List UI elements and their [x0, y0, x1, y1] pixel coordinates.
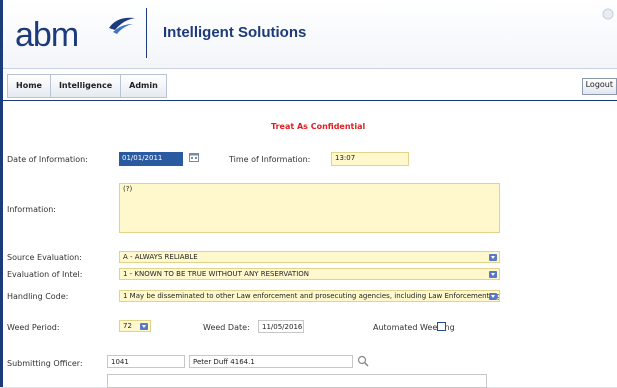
nav-menu: Home Intelligence Admin: [7, 74, 167, 98]
chevron-down-icon: [140, 323, 148, 330]
nav-intelligence[interactable]: Intelligence: [51, 75, 122, 97]
submitting-officer-label: Submitting Officer:: [7, 359, 83, 368]
app-title: Intelligent Solutions: [163, 24, 307, 41]
weed-period-value: 72: [123, 322, 132, 330]
app-window: abm Intelligent Solutions Home Intellige…: [0, 0, 617, 388]
chevron-down-icon: [489, 254, 497, 261]
chevron-down-icon: [489, 293, 497, 300]
calendar-icon[interactable]: [189, 152, 199, 162]
info-icon[interactable]: [602, 8, 614, 20]
header-divider: [146, 8, 147, 58]
evaluation-select[interactable]: 1 - KNOWN TO BE TRUE WITHOUT ANY RESERVA…: [119, 268, 500, 280]
date-field[interactable]: 01/01/2011: [119, 152, 183, 166]
handling-code-select[interactable]: 1 May be disseminated to other Law enfor…: [119, 290, 500, 302]
source-evaluation-label: Source Evaluation:: [7, 253, 82, 262]
time-field[interactable]: 13:07: [331, 152, 409, 166]
main-nav: Home Intelligence Admin: [3, 74, 617, 98]
information-label: Information:: [7, 205, 57, 214]
automated-weeding-checkbox[interactable]: [437, 322, 446, 331]
nav-admin[interactable]: Admin: [121, 75, 166, 97]
app-header: abm Intelligent Solutions: [3, 0, 617, 69]
weed-date-field[interactable]: 11/05/2016: [258, 320, 304, 333]
confidential-notice: Treat As Confidential: [271, 122, 366, 131]
source-evaluation-select[interactable]: A - ALWAYS RELIABLE: [119, 251, 500, 263]
officer-id-field[interactable]: 1041: [107, 355, 185, 368]
evaluation-label: Evaluation of Intel:: [7, 270, 83, 279]
date-label: Date of Information:: [7, 155, 88, 164]
logo-swoosh-icon: [109, 17, 135, 34]
handling-code-value: 1 May be disseminated to other Law enfor…: [123, 292, 499, 300]
abm-logo: abm: [15, 14, 135, 60]
additional-field[interactable]: [107, 374, 487, 388]
handling-code-label: Handling Code:: [7, 292, 69, 301]
officer-name-field[interactable]: Peter Duff 4164.1: [189, 355, 353, 368]
search-icon[interactable]: [357, 355, 369, 367]
logo-text: abm: [15, 16, 79, 54]
nav-home[interactable]: Home: [8, 75, 51, 97]
content-divider: [3, 100, 617, 101]
evaluation-value: 1 - KNOWN TO BE TRUE WITHOUT ANY RESERVA…: [123, 270, 310, 278]
weed-date-label: Weed Date:: [203, 323, 250, 332]
weed-period-label: Weed Period:: [7, 323, 60, 332]
time-label: Time of Information:: [229, 155, 311, 164]
information-textarea[interactable]: (?): [119, 183, 500, 233]
weed-period-select[interactable]: 72: [119, 320, 151, 332]
chevron-down-icon: [489, 271, 497, 278]
logout-button[interactable]: Logout: [581, 78, 617, 95]
source-evaluation-value: A - ALWAYS RELIABLE: [123, 253, 198, 261]
